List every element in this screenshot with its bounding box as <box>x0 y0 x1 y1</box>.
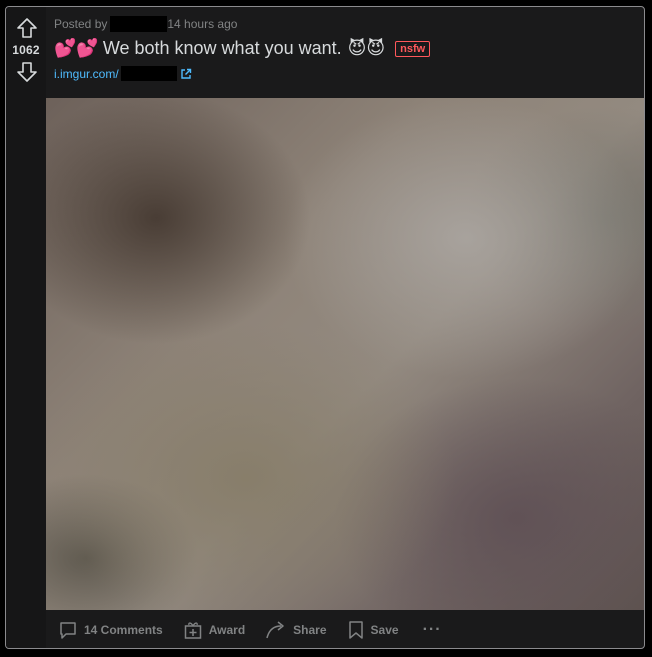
post-actions: 14 Comments Award Share Save ··· <box>46 610 644 648</box>
post-image-blurred[interactable] <box>46 98 644 610</box>
share-label: Share <box>293 623 327 637</box>
post-title[interactable]: We both know what you want. <box>103 38 342 59</box>
title-emoji-suffix: 😈😈 <box>347 38 386 58</box>
comments-button[interactable]: 14 Comments <box>58 614 173 646</box>
share-arrow-icon <box>266 621 284 639</box>
award-label: Award <box>208 623 246 637</box>
post-title-row[interactable]: 💕💕 We both know what you want. 😈😈 nsfw <box>54 38 431 59</box>
save-button[interactable]: Save <box>347 614 409 646</box>
posted-by-label: Posted by <box>54 17 108 31</box>
post-link[interactable]: i.imgur.com/ <box>54 66 192 81</box>
post-content: Posted by 14 hours ago 💕💕 We both know w… <box>46 7 644 648</box>
post-meta: Posted by 14 hours ago <box>54 16 237 32</box>
nsfw-badge: nsfw <box>395 40 431 57</box>
gift-icon <box>184 622 201 639</box>
comment-bubble-icon <box>60 622 76 639</box>
post-time[interactable]: 14 hours ago <box>167 17 237 31</box>
title-emoji-prefix: 💕💕 <box>54 38 99 58</box>
link-domain[interactable]: i.imgur.com/ <box>54 67 119 81</box>
save-label: Save <box>370 623 399 637</box>
arrow-up-icon <box>17 18 37 38</box>
vote-column: 1062 <box>6 7 46 648</box>
post-card: 1062 Posted by 14 hours ago 💕💕 We both k… <box>5 6 645 649</box>
bookmark-icon <box>348 621 363 639</box>
arrow-down-icon <box>17 62 37 82</box>
redacted-username[interactable] <box>110 16 168 32</box>
comments-label: 14 Comments <box>84 623 163 637</box>
award-button[interactable]: Award <box>183 614 255 646</box>
vote-score: 1062 <box>12 43 40 57</box>
more-options-button[interactable]: ··· <box>419 622 446 638</box>
external-link-icon[interactable] <box>180 68 192 80</box>
redacted-link-path <box>120 66 177 81</box>
downvote-button[interactable] <box>16 61 38 83</box>
upvote-button[interactable] <box>16 17 38 39</box>
share-button[interactable]: Share <box>265 614 336 646</box>
